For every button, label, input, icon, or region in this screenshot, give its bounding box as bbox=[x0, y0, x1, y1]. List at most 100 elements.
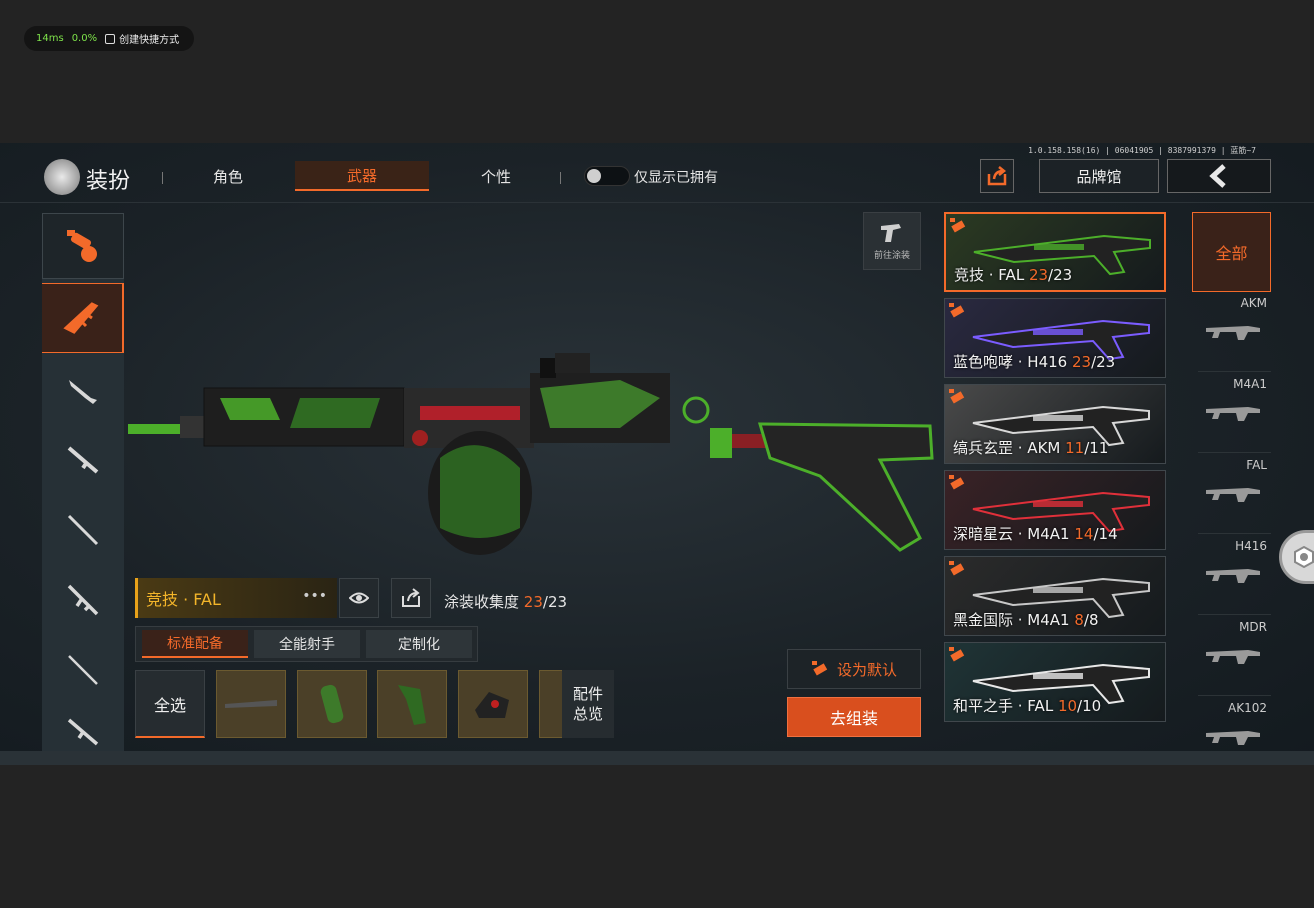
category-item[interactable]: M4A1 bbox=[1198, 373, 1271, 453]
set-default-label: 设为默认 bbox=[836, 660, 897, 679]
skin-name: 缟兵玄罡 · AKM bbox=[953, 439, 1066, 457]
part-slot-scope[interactable] bbox=[458, 670, 528, 738]
game-viewport: 1.0.158.158(16) | 06041905 | 8387991379 … bbox=[0, 143, 1314, 765]
toggle-knob bbox=[587, 169, 601, 183]
skin-label: 竞技 · FAL 23/23 bbox=[954, 264, 1072, 285]
rifle-icon bbox=[63, 302, 99, 334]
skin-card[interactable]: 和平之手 · FAL 10/10 bbox=[944, 642, 1166, 722]
sniper-icon bbox=[67, 514, 99, 546]
collect-current: 23 bbox=[523, 593, 543, 611]
category-item[interactable]: MDR bbox=[1198, 616, 1271, 696]
floating-menu-button[interactable] bbox=[1279, 530, 1314, 584]
weapon-preview-image[interactable] bbox=[120, 328, 940, 568]
perf-overlay: 14ms 0.0% 创建快捷方式 bbox=[24, 26, 194, 51]
gun-icon bbox=[67, 718, 99, 746]
skin-have: 23 bbox=[1071, 353, 1092, 371]
back-button[interactable] bbox=[1167, 159, 1271, 193]
skin-label: 缟兵玄罡 · AKM 11/11 bbox=[953, 437, 1108, 458]
sidebar-item-dmr[interactable] bbox=[42, 565, 124, 635]
share-button[interactable] bbox=[980, 159, 1014, 193]
sidebar-item-lmg[interactable] bbox=[42, 635, 124, 705]
skin-label: 深暗星云 · M4A1 14/14 bbox=[953, 523, 1118, 544]
share-weapon-button[interactable] bbox=[391, 578, 431, 618]
select-all-button[interactable]: 全选 bbox=[135, 670, 205, 738]
skin-card[interactable]: 蓝色咆哮 · H416 23/23 bbox=[944, 298, 1166, 378]
more-icon[interactable]: ••• bbox=[302, 588, 327, 604]
rifle-icon bbox=[1206, 731, 1260, 745]
tab-character[interactable]: 角色 bbox=[188, 161, 268, 191]
tab-weapon[interactable]: 武器 bbox=[295, 161, 429, 191]
back-arrow-icon bbox=[1209, 164, 1226, 188]
brand-hall-button[interactable]: 品牌馆 bbox=[1039, 159, 1159, 193]
skin-card[interactable]: 缟兵玄罡 · AKM 11/11 bbox=[944, 384, 1166, 464]
stock-icon bbox=[398, 685, 426, 725]
skin-card[interactable]: 深暗星云 · M4A1 14/14 bbox=[944, 470, 1166, 550]
owned-only-toggle[interactable] bbox=[584, 166, 630, 186]
hexagon-icon bbox=[1294, 546, 1314, 568]
weapon-name: 竞技 · FAL bbox=[146, 590, 221, 609]
skin-label: 蓝色咆哮 · H416 23/23 bbox=[953, 351, 1115, 372]
grip-icon bbox=[320, 684, 344, 724]
skin-label: 黑金国际 · M4A1 8/8 bbox=[953, 609, 1099, 630]
tab-personal[interactable]: 个性 bbox=[456, 161, 536, 191]
skin-rank-button[interactable] bbox=[42, 213, 124, 279]
part-slot-muzzle[interactable] bbox=[216, 670, 286, 738]
skin-card[interactable]: 黑金国际 · M4A1 8/8 bbox=[944, 556, 1166, 636]
sidebar-item-shotgun[interactable] bbox=[42, 425, 124, 495]
category-item[interactable]: AKM bbox=[1198, 292, 1271, 372]
category-item[interactable]: H416 bbox=[1198, 535, 1271, 615]
spray-icon bbox=[811, 661, 828, 676]
skin-label: 和平之手 · FAL 10/10 bbox=[953, 695, 1101, 716]
loss-text: 0.0% bbox=[71, 33, 98, 44]
category-name: MDR bbox=[1239, 620, 1267, 634]
rifle-icon bbox=[1206, 326, 1260, 340]
category-item[interactable]: FAL bbox=[1198, 454, 1271, 534]
goto-paint-button[interactable]: 前往涂装 bbox=[863, 212, 921, 270]
sidebar-item-rifle[interactable] bbox=[42, 283, 124, 353]
rifle-icon bbox=[1206, 488, 1260, 502]
category-all[interactable]: 全部 bbox=[1192, 212, 1271, 292]
bottom-strip bbox=[0, 751, 1314, 765]
dmr-icon bbox=[67, 584, 99, 616]
skin-name: 蓝色咆哮 · H416 bbox=[953, 353, 1072, 371]
part-slot-stock[interactable] bbox=[377, 670, 447, 738]
assemble-button[interactable]: 去组装 bbox=[787, 697, 921, 737]
collect-label: 涂装收集度 bbox=[444, 593, 520, 611]
parts-overview-line2: 总览 bbox=[572, 705, 603, 723]
skin-total: /8 bbox=[1083, 611, 1099, 629]
weapon-category-list: 全部 AKM M4A1 FAL H416 MDR AK102 bbox=[1192, 212, 1271, 752]
globe-logo-icon bbox=[44, 159, 80, 195]
divider bbox=[162, 172, 163, 184]
part-slot-grip[interactable] bbox=[297, 670, 367, 738]
skin-have: 8 bbox=[1074, 611, 1084, 629]
parts-overview-button[interactable]: 配件 总览 bbox=[562, 670, 614, 738]
weapon-name-box[interactable]: 竞技 · FAL ••• bbox=[135, 578, 337, 618]
create-shortcut-button[interactable]: 创建快捷方式 bbox=[105, 31, 179, 46]
owned-only-label: 仅显示已拥有 bbox=[634, 170, 718, 186]
skin-have: 14 bbox=[1074, 525, 1094, 543]
skin-have: 11 bbox=[1065, 439, 1085, 457]
category-name: H416 bbox=[1235, 539, 1267, 553]
view-button[interactable] bbox=[339, 578, 379, 618]
smg-icon bbox=[69, 380, 97, 404]
set-default-button[interactable]: 设为默认 bbox=[787, 649, 921, 689]
category-name: FAL bbox=[1246, 458, 1267, 472]
skin-list: 竞技 · FAL 23/23 蓝色咆哮 · H416 23/23 缟兵玄罡 · AK… bbox=[944, 212, 1168, 752]
share-icon bbox=[402, 588, 420, 607]
sidebar-item-smg[interactable] bbox=[42, 355, 124, 425]
skin-name: 竞技 · FAL bbox=[954, 266, 1029, 284]
sidebar-item-sniper[interactable] bbox=[42, 495, 124, 565]
tab-custom[interactable]: 定制化 bbox=[366, 630, 472, 658]
skin-name: 和平之手 · FAL bbox=[953, 697, 1058, 715]
skin-total: /23 bbox=[1048, 266, 1073, 284]
skin-card[interactable]: 竞技 · FAL 23/23 bbox=[944, 212, 1166, 292]
skin-have: 23 bbox=[1028, 266, 1049, 284]
skin-total: /11 bbox=[1084, 439, 1109, 457]
tab-standard[interactable]: 标准配备 bbox=[142, 630, 248, 658]
top-bar: 装扮 角色 武器 个性 仅显示已拥有 品牌馆 bbox=[0, 155, 1314, 203]
skin-name: 深暗星云 · M4A1 bbox=[953, 525, 1075, 543]
skin-total: /10 bbox=[1077, 697, 1102, 715]
loadout-tabs: 标准配备 全能射手 定制化 bbox=[135, 626, 478, 662]
tab-allround[interactable]: 全能射手 bbox=[254, 630, 360, 658]
shortcut-icon bbox=[105, 33, 116, 44]
